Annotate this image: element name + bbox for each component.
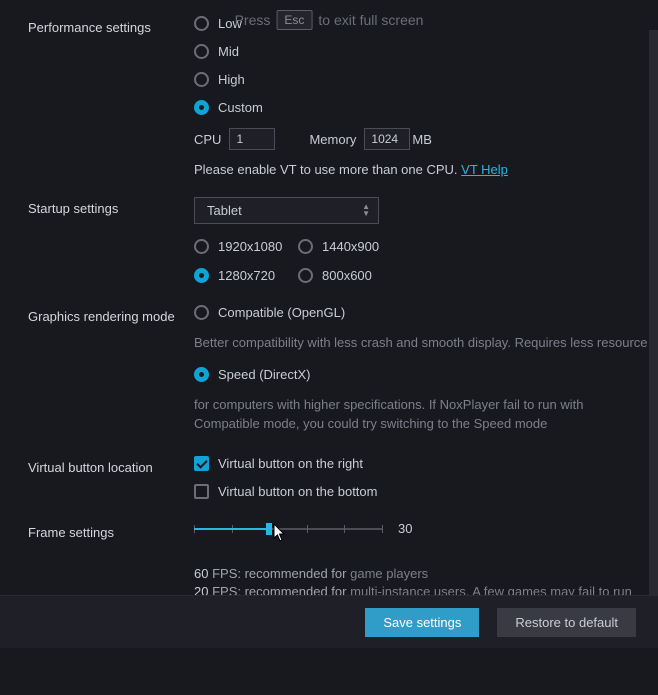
radio-compatible[interactable]: Compatible (OpenGL): [194, 305, 648, 320]
check-vbutton-right[interactable]: Virtual button on the right: [194, 456, 648, 471]
performance-settings-label: Performance settings: [28, 16, 194, 35]
notice-suffix: to exit full screen: [318, 12, 423, 28]
radio-mid[interactable]: Mid: [194, 44, 648, 59]
frame-settings-label: Frame settings: [28, 521, 194, 540]
res-800-label: 800x600: [322, 268, 372, 283]
esc-key: Esc: [276, 10, 312, 30]
save-button[interactable]: Save settings: [365, 608, 479, 637]
radio-icon: [298, 239, 313, 254]
res-1280-label: 1280x720: [218, 268, 275, 283]
radio-icon: [194, 44, 209, 59]
res-1920-label: 1920x1080: [218, 239, 282, 254]
checkbox-icon: [194, 484, 209, 499]
memory-label: Memory: [309, 132, 356, 147]
fps-value: 30: [398, 521, 412, 536]
startup-settings-label: Startup settings: [28, 197, 194, 216]
device-select-value: Tablet: [207, 203, 242, 218]
speed-label: Speed (DirectX): [218, 367, 310, 382]
cpu-input[interactable]: 1: [229, 128, 275, 150]
radio-icon: [194, 239, 209, 254]
memory-input[interactable]: 1024: [364, 128, 410, 150]
radio-icon: [194, 16, 209, 31]
radio-icon: [194, 305, 209, 320]
radio-800x600[interactable]: 800x600: [298, 268, 388, 283]
chevron-updown-icon: ▲▼: [362, 204, 370, 217]
notice-prefix: Press: [235, 12, 271, 28]
radio-1440x900[interactable]: 1440x900: [298, 239, 388, 254]
vbutton-bottom-label: Virtual button on the bottom: [218, 484, 377, 499]
check-vbutton-bottom[interactable]: Virtual button on the bottom: [194, 484, 648, 499]
device-select[interactable]: Tablet ▲▼: [194, 197, 379, 224]
cpu-label: CPU: [194, 132, 221, 147]
radio-icon: [194, 367, 209, 382]
compat-label: Compatible (OpenGL): [218, 305, 345, 320]
slider-fill: [194, 528, 269, 530]
radio-high[interactable]: High: [194, 72, 648, 87]
vt-help-link[interactable]: VT Help: [461, 162, 508, 177]
radio-icon: [194, 268, 209, 283]
graphics-mode-label: Graphics rendering mode: [28, 305, 194, 324]
radio-custom-label: Custom: [218, 100, 263, 115]
memory-unit: MB: [412, 132, 432, 147]
fps-slider[interactable]: [194, 521, 382, 537]
radio-custom[interactable]: Custom: [194, 100, 648, 115]
radio-icon: [194, 100, 209, 115]
res-1440-label: 1440x900: [322, 239, 379, 254]
vbutton-label: Virtual button location: [28, 456, 194, 475]
radio-1280x720[interactable]: 1280x720: [194, 268, 284, 283]
vbutton-right-label: Virtual button on the right: [218, 456, 363, 471]
scrollbar[interactable]: [649, 30, 658, 595]
radio-mid-label: Mid: [218, 44, 239, 59]
radio-icon: [194, 72, 209, 87]
compat-desc: Better compatibility with less crash and…: [194, 333, 648, 353]
radio-1920x1080[interactable]: 1920x1080: [194, 239, 284, 254]
fullscreen-notice: Press Esc to exit full screen: [235, 10, 424, 30]
restore-button[interactable]: Restore to default: [497, 608, 636, 637]
footer: Save settings Restore to default: [0, 595, 658, 648]
vt-hint-text: Please enable VT to use more than one CP…: [194, 162, 458, 177]
radio-high-label: High: [218, 72, 245, 87]
cursor-icon: [273, 524, 287, 542]
checkbox-icon: [194, 456, 209, 471]
slider-thumb[interactable]: [266, 523, 272, 535]
radio-speed[interactable]: Speed (DirectX): [194, 367, 648, 382]
speed-desc: for computers with higher specifications…: [194, 395, 648, 434]
radio-icon: [298, 268, 313, 283]
